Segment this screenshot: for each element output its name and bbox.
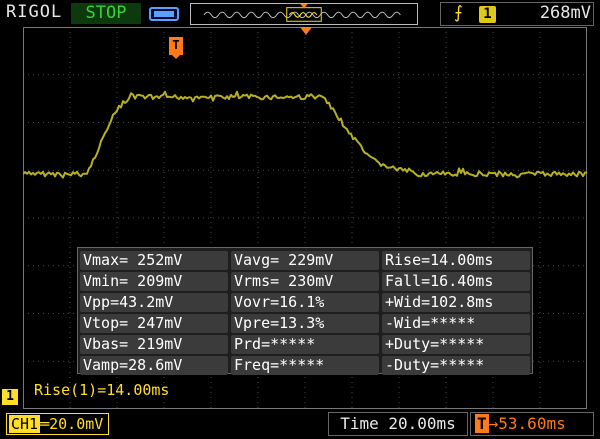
measurement-item[interactable]: Freq=***** — [231, 356, 379, 375]
measurement-item[interactable]: Vpre=13.3% — [231, 314, 379, 333]
measurement-item[interactable]: -Wid=***** — [382, 314, 530, 333]
trigger-source-badge: 1 — [479, 6, 496, 23]
channel-1-scale[interactable]: CH1 ═20.0mV — [6, 413, 109, 435]
measurement-item[interactable]: Vovr=16.1% — [231, 293, 379, 312]
measurement-item[interactable]: Vavg= 229mV — [231, 251, 379, 270]
measurement-row: Vmin= 209mV Vrms= 230mV Fall=16.40ms — [78, 272, 532, 292]
memory-overview — [190, 3, 418, 25]
measurement-item[interactable]: Vrms= 230mV — [231, 272, 379, 291]
delay-icon: T — [475, 414, 489, 433]
delay-arrow: → — [488, 414, 499, 433]
measurement-item[interactable]: Prd=***** — [231, 335, 379, 354]
measurement-item[interactable]: Vmax= 252mV — [80, 251, 228, 270]
timebase-readout[interactable]: Time 20.00ms — [328, 412, 468, 436]
rising-edge-icon: ⨍ — [454, 3, 463, 23]
measurement-readout: Rise(1)=14.00ms — [34, 381, 170, 399]
measurement-item[interactable]: Vamp=28.6mV — [80, 356, 228, 375]
measurement-table: Vmax= 252mV Vavg= 229mV Rise=14.00ms Vmin= … — [77, 247, 533, 376]
dc-coupling-icon: ═ — [40, 415, 50, 433]
channel-1-trace — [23, 90, 587, 179]
measurement-row: Vbas= 219mV Prd=***** +Duty=***** — [78, 335, 532, 355]
trigger-delay-readout[interactable]: T →53.60ms — [470, 412, 594, 436]
measurement-item[interactable]: -Duty=***** — [382, 356, 530, 375]
measurement-item[interactable]: Vbas= 219mV — [80, 335, 228, 354]
measurement-row: Vmax= 252mV Vavg= 229mV Rise=14.00ms — [78, 251, 532, 271]
channel-scale-value: 20.0mV — [49, 415, 104, 433]
measurement-item[interactable]: Vpp=43.2mV — [80, 293, 228, 312]
channel-1-ground-marker[interactable]: 1 — [2, 389, 18, 405]
measurement-item[interactable]: Rise=14.00ms — [382, 251, 530, 270]
brand-logo: RIGOL — [6, 2, 63, 22]
battery-icon — [149, 7, 179, 21]
delay-value: 53.60ms — [498, 414, 566, 433]
measurement-row: Vtop= 247mV Vpre=13.3% -Wid=***** — [78, 314, 532, 334]
measurement-item[interactable]: +Duty=***** — [382, 335, 530, 354]
channel-label: CH1 — [9, 415, 41, 433]
measurement-item[interactable]: +Wid=102.8ms — [382, 293, 530, 312]
trigger-level: 268mV — [539, 3, 591, 23]
measurement-row: Vamp=28.6mV Freq=***** -Duty=***** — [78, 356, 532, 376]
trigger-position-icon — [300, 27, 312, 35]
measurement-item[interactable]: Vtop= 247mV — [80, 314, 228, 333]
cursor-t-marker[interactable]: T — [169, 37, 183, 59]
measurement-item[interactable]: Vmin= 209mV — [80, 272, 228, 291]
measurement-item[interactable]: Fall=16.40ms — [382, 272, 530, 291]
measurement-row: Vpp=43.2mV Vovr=16.1% +Wid=102.8ms — [78, 293, 532, 313]
run-status-button[interactable]: STOP — [71, 3, 141, 24]
